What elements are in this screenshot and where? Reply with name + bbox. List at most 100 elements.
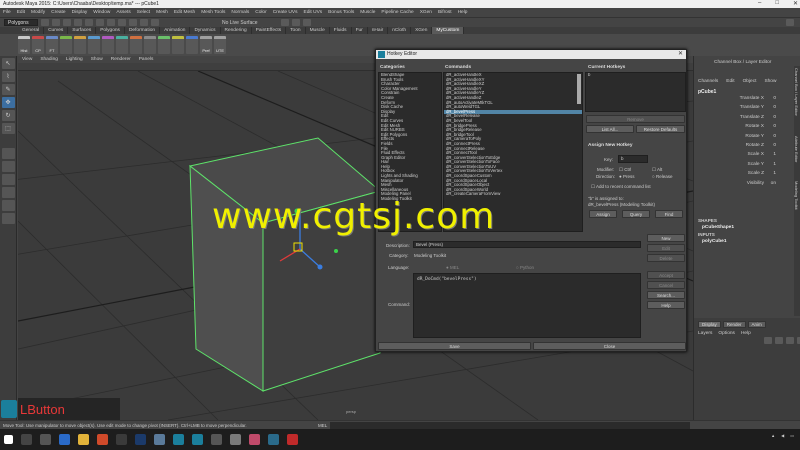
live-surface-label[interactable]: No Live Surface (222, 20, 258, 26)
maximize-icon[interactable]: □ (775, 0, 779, 7)
hotkey-accept-button[interactable]: Accept (647, 271, 685, 279)
hotkey-cancel-button[interactable]: Cancel (647, 281, 685, 289)
layer-tab-anim[interactable]: Anim (747, 321, 766, 328)
category-value[interactable]: Modeling Toolkit (414, 253, 446, 258)
menu-item-window[interactable]: Window (93, 10, 110, 15)
snap-grid-icon[interactable] (129, 19, 137, 26)
attribute-value[interactable]: 0 (773, 105, 776, 110)
shelf-item-4[interactable] (74, 36, 86, 54)
shelf-tab-xgen[interactable]: XGen (411, 27, 433, 34)
select-hierarchy-icon[interactable] (96, 19, 104, 26)
select-tool-icon[interactable]: ↖ (1, 58, 15, 69)
channel-menu-edit[interactable]: Edit (726, 79, 734, 84)
menu-item-mesh-tools[interactable]: Mesh Tools (201, 10, 225, 15)
app-icon-4[interactable] (230, 434, 241, 445)
redo-icon[interactable] (85, 19, 93, 26)
layer-move-down-icon[interactable] (775, 337, 783, 344)
hotkey-edit-button[interactable]: Edit (647, 244, 685, 252)
attribute-label[interactable]: Scale X (704, 152, 764, 157)
save-button[interactable]: Save (378, 342, 531, 350)
new-scene-icon[interactable] (41, 19, 49, 26)
notification-icon[interactable]: ▭ (790, 433, 794, 438)
volume-icon[interactable]: ◀ (781, 433, 784, 438)
command-textarea[interactable]: dR_DoCmd("bevelPress") (413, 273, 641, 338)
attribute-value[interactable]: 0 (773, 134, 776, 139)
attribute-label[interactable]: Rotate X (704, 124, 764, 129)
paint-select-icon[interactable]: ✎ (1, 84, 15, 95)
current-hotkey-item[interactable]: b (586, 73, 685, 78)
recent-checkbox[interactable]: ☐ Add to recent command list (591, 184, 651, 190)
viewport-menu-renderer[interactable]: Renderer (111, 57, 131, 62)
shelf-item-9[interactable] (144, 36, 156, 54)
channel-menu-object[interactable]: Object (743, 79, 757, 84)
hotkey-delete-button[interactable]: Delete (647, 254, 685, 262)
query-button[interactable]: Query (622, 210, 650, 218)
shelf-item-11[interactable] (172, 36, 184, 54)
sidebar-toggle-icon[interactable] (786, 19, 794, 26)
menu-item-pipeline-cache[interactable]: Pipeline Cache (381, 10, 413, 15)
shelf-item-6[interactable] (102, 36, 114, 54)
mel-command-field[interactable] (330, 422, 690, 429)
shelf-item-1[interactable]: CP (32, 36, 44, 54)
explorer-icon[interactable] (78, 434, 89, 445)
menu-item-create[interactable]: Create (51, 10, 65, 15)
side-tab-attribute-editor[interactable]: Attribute Editor (794, 136, 799, 162)
object-name[interactable]: pCube1 (698, 89, 716, 95)
attribute-value[interactable]: 0 (773, 143, 776, 148)
attribute-label[interactable]: Rotate Y (704, 134, 764, 139)
app-icon-2[interactable] (154, 434, 165, 445)
menu-item-edit-uvs[interactable]: Edit UVs (304, 10, 323, 15)
find-button[interactable]: Find (655, 210, 683, 218)
menu-item-help[interactable]: Help (458, 10, 468, 15)
viewport-menu-lighting[interactable]: Lighting (66, 57, 83, 62)
shelf-item-5[interactable] (88, 36, 100, 54)
shape-name[interactable]: pCubeShape1 (702, 225, 734, 230)
layer-menu-help[interactable]: Help (741, 331, 751, 336)
shelf-tab-mycustom[interactable]: MyCustom (432, 27, 465, 34)
layer-menu-layers[interactable]: Layers (698, 331, 712, 336)
attribute-value[interactable]: 0 (773, 96, 776, 101)
attribute-value[interactable]: 1 (773, 162, 776, 167)
menu-set-dropdown[interactable]: Polygons (4, 19, 38, 26)
hotkey-help-button[interactable]: Help (647, 301, 685, 309)
attribute-label[interactable]: Scale Y (704, 162, 764, 167)
description-field[interactable]: Bevel (Press) (413, 241, 641, 248)
current-hotkeys-list[interactable]: b (585, 72, 686, 112)
mel-radio[interactable]: ● MEL (446, 265, 459, 270)
menu-item-mesh[interactable]: Mesh (156, 10, 168, 15)
lasso-tool-icon[interactable]: ⌇ (1, 71, 15, 82)
layer-tab-display[interactable]: Display (698, 321, 721, 328)
layout-outliner-icon[interactable] (1, 187, 15, 198)
shelf-tab-fluids[interactable]: Fluids (330, 27, 352, 34)
attribute-value[interactable]: 1 (773, 171, 776, 176)
maya-taskbar-icon[interactable] (173, 434, 184, 445)
side-tab-channel-box[interactable]: Channel Box / Layer Editor (794, 68, 799, 116)
menu-item-modify[interactable]: Modify (31, 10, 45, 15)
menu-item-xgen[interactable]: XGen (420, 10, 432, 15)
layout-single-icon[interactable] (1, 148, 15, 159)
list-all-button[interactable]: List All... (586, 125, 634, 133)
app-icon-3[interactable] (211, 434, 222, 445)
shelf-item-0[interactable]: Hist (18, 36, 30, 54)
maya-taskbar-icon-2[interactable] (192, 434, 203, 445)
shelf-item-3[interactable] (60, 36, 72, 54)
render-settings-icon[interactable] (302, 19, 311, 26)
layer-tab-render[interactable]: Render (722, 321, 746, 328)
shelf-item-14[interactable]: UTE (214, 36, 226, 54)
render-icon[interactable] (280, 19, 289, 26)
ipr-render-icon[interactable] (291, 19, 300, 26)
viewport-menu-shading[interactable]: Shading (40, 57, 58, 62)
attribute-value[interactable]: 0 (773, 124, 776, 129)
shelf-item-10[interactable] (158, 36, 170, 54)
attribute-value[interactable]: 0 (773, 115, 776, 120)
shelf-tab-dynamics[interactable]: Dynamics (190, 27, 221, 34)
side-tab-modeling-toolkit[interactable]: Modeling Toolkit (794, 181, 799, 210)
save-scene-icon[interactable] (63, 19, 71, 26)
menu-item-normals[interactable]: Normals (231, 10, 249, 15)
attribute-label[interactable]: Scale Z (704, 171, 764, 176)
attribute-label[interactable]: Visibility (704, 181, 764, 186)
ctrl-checkbox[interactable]: ☐ Ctrl (619, 167, 631, 173)
shelf-item-8[interactable] (130, 36, 142, 54)
channel-menu-channels[interactable]: Channels (698, 79, 718, 84)
snap-point-icon[interactable] (151, 19, 159, 26)
